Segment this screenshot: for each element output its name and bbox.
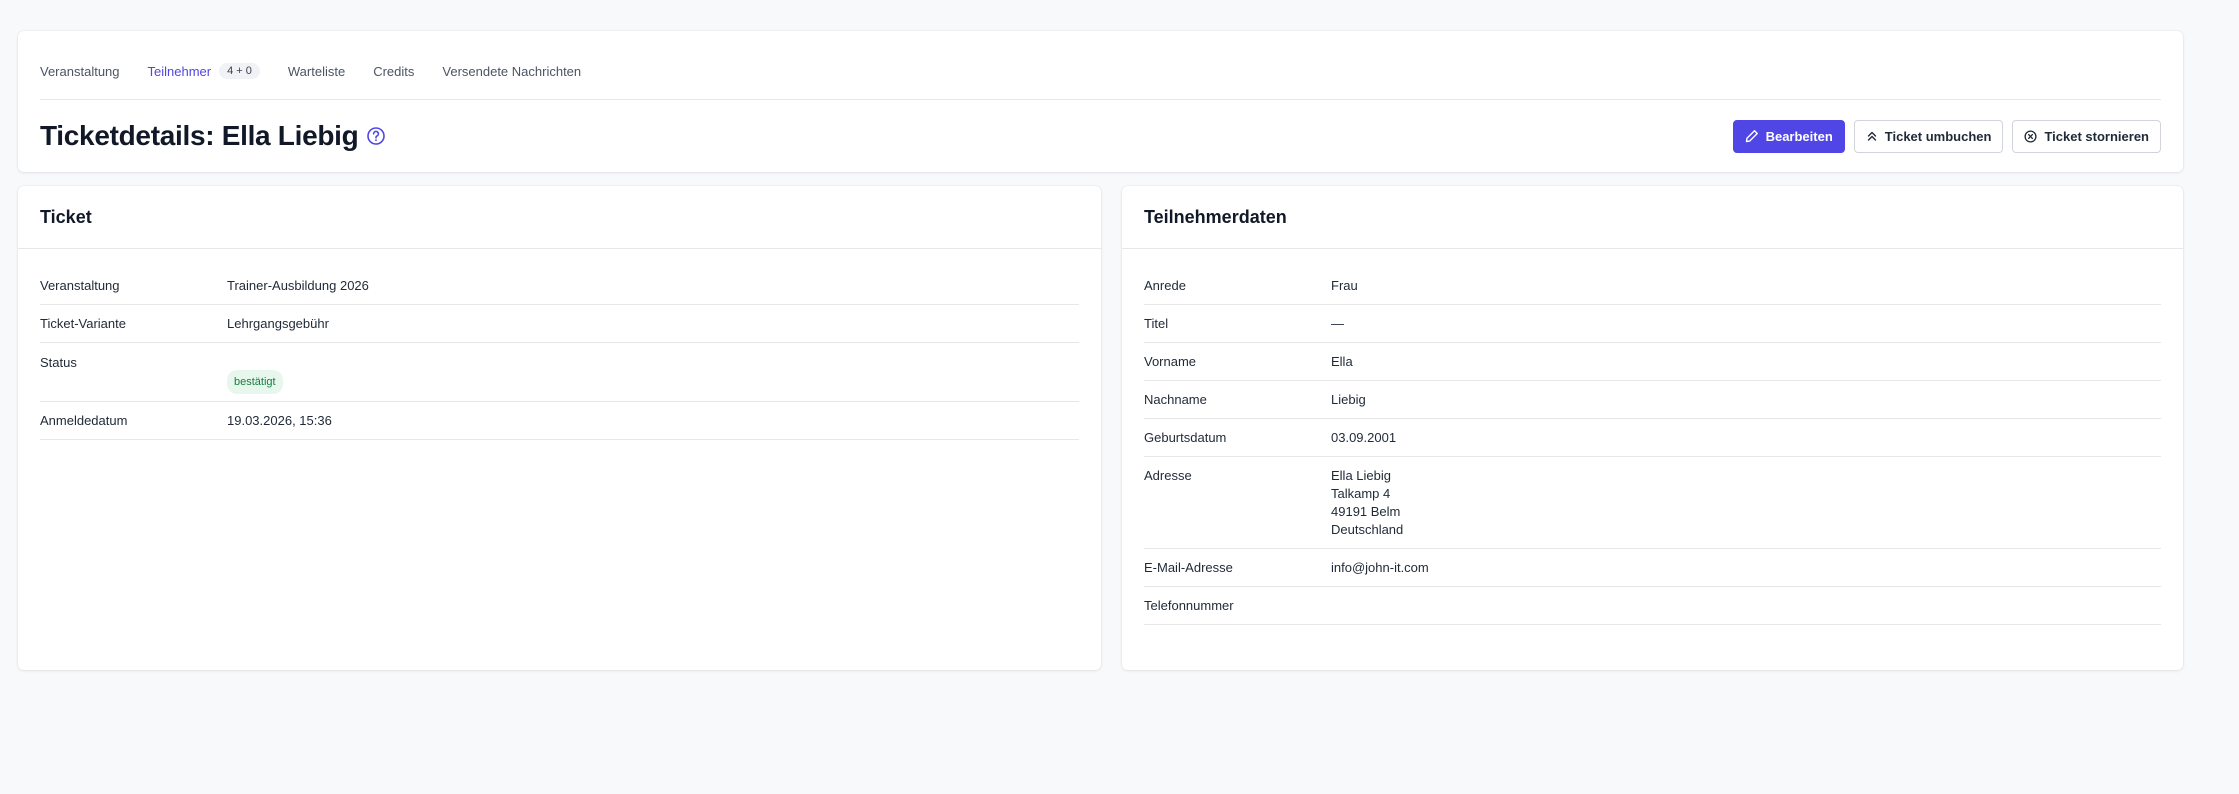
detail-value: 03.09.2001 — [1331, 430, 1397, 445]
detail-row: Vorname Ella — [1144, 343, 2161, 381]
detail-row: Titel — — [1144, 305, 2161, 343]
detail-row: Anrede Frau — [1144, 267, 2161, 305]
participant-card: Teilnehmerdaten Anrede Frau Titel — Vorn… — [1122, 186, 2183, 670]
action-buttons: Bearbeiten Ticket umbuchen Ticket storni… — [1732, 119, 2161, 153]
detail-label: Status — [40, 355, 77, 370]
title-row: Ticketdetails: Ella Liebig Bearbeiten Ti… — [40, 100, 2161, 172]
detail-row: Anmeldedatum 19.03.2026, 15:36 — [40, 402, 1079, 440]
detail-row: Telefonnummer — [1144, 587, 2161, 625]
address-value: Ella Liebig Talkamp 4 49191 Belm Deutsch… — [1331, 468, 1404, 537]
participant-card-heading: Teilnehmerdaten — [1122, 186, 2183, 249]
participant-details-list: Anrede Frau Titel — Vorname Ella Nachnam… — [1122, 249, 2183, 625]
email-value: info@john-it.com — [1331, 560, 1429, 575]
detail-value: Frau — [1331, 278, 1358, 293]
question-circle-icon[interactable] — [366, 126, 386, 146]
tab-teilnehmer[interactable]: Teilnehmer 4 + 0 — [148, 51, 260, 79]
detail-label: Vorname — [1144, 354, 1197, 369]
rebook-ticket-label: Ticket umbuchen — [1884, 128, 1992, 144]
participant-count-badge: 4 + 0 — [219, 63, 260, 79]
edit-button[interactable]: Bearbeiten — [1732, 119, 1845, 153]
detail-value: — — [1331, 316, 1344, 331]
tab-warteliste[interactable]: Warteliste — [288, 52, 345, 79]
x-circle-icon — [2024, 129, 2038, 143]
detail-label: Veranstaltung — [40, 278, 120, 293]
tab-bar: Veranstaltung Teilnehmer 4 + 0 Wartelist… — [40, 31, 2161, 100]
detail-row: Adresse Ella Liebig Talkamp 4 49191 Belm… — [1144, 457, 2161, 549]
detail-value: Lehrgangsgebühr — [227, 316, 329, 331]
detail-row: Status bestätigt — [40, 343, 1079, 402]
ticket-card-heading: Ticket — [18, 186, 1101, 249]
detail-label: Anmeldedatum — [40, 413, 128, 428]
chevrons-up-icon — [1867, 131, 1876, 141]
page-title: Ticketdetails: Ella Liebig — [40, 120, 359, 151]
detail-value: Trainer-Ausbildung 2026 — [227, 278, 369, 293]
detail-row: Ticket-Variante Lehrgangsgebühr — [40, 305, 1079, 343]
tab-versendete-nachrichten[interactable]: Versendete Nachrichten — [442, 52, 581, 79]
detail-label: Titel — [1144, 316, 1169, 331]
detail-value: Liebig — [1331, 392, 1366, 407]
detail-label: Ticket-Variante — [40, 316, 126, 331]
tab-credits[interactable]: Credits — [373, 52, 414, 79]
detail-label: Telefonnummer — [1144, 598, 1234, 613]
detail-label: E-Mail-Adresse — [1144, 560, 1233, 575]
detail-row: Nachname Liebig — [1144, 381, 2161, 419]
ticket-details-list: Veranstaltung Trainer-Ausbildung 2026 Ti… — [18, 249, 1101, 440]
detail-label: Adresse — [1144, 468, 1192, 483]
detail-value: 19.03.2026, 15:36 — [227, 413, 332, 428]
status-badge: bestätigt — [227, 370, 283, 394]
header-card: Veranstaltung Teilnehmer 4 + 0 Wartelist… — [18, 31, 2183, 172]
rebook-ticket-button[interactable]: Ticket umbuchen — [1853, 119, 2004, 153]
detail-row: E-Mail-Adresse info@john-it.com — [1144, 549, 2161, 587]
cancel-ticket-label: Ticket stornieren — [2044, 128, 2149, 144]
ticket-card: Ticket Veranstaltung Trainer-Ausbildung … — [18, 186, 1101, 670]
detail-label: Geburtsdatum — [1144, 430, 1227, 445]
cancel-ticket-button[interactable]: Ticket stornieren — [2012, 119, 2161, 153]
edit-button-label: Bearbeiten — [1765, 128, 1833, 144]
detail-label: Anrede — [1144, 278, 1186, 293]
tab-teilnehmer-label: Teilnehmer — [147, 63, 212, 79]
detail-row: Veranstaltung Trainer-Ausbildung 2026 — [40, 267, 1079, 305]
detail-label: Nachname — [1144, 392, 1207, 407]
pencil-icon — [1745, 130, 1758, 143]
detail-row: Geburtsdatum 03.09.2001 — [1144, 419, 2161, 457]
tab-veranstaltung[interactable]: Veranstaltung — [40, 52, 120, 79]
detail-value: Ella — [1331, 354, 1353, 369]
